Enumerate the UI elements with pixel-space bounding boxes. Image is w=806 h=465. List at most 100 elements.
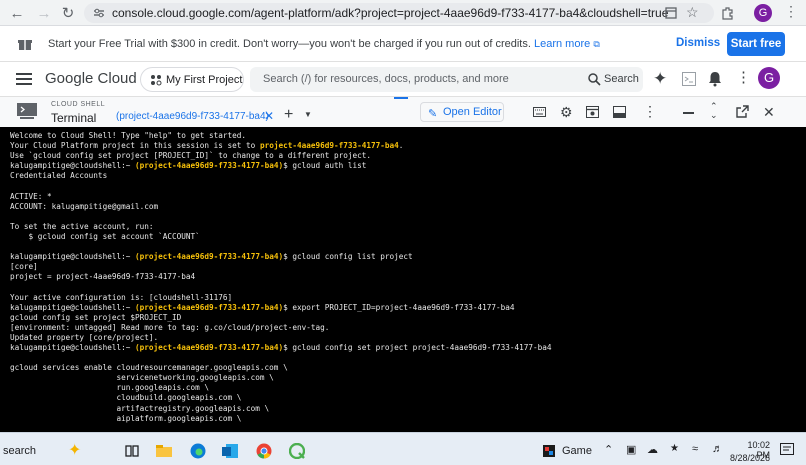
prompt-project: (project-4aae96d9-f733-4177-ba4) [134, 302, 284, 312]
terminal-line: Your Cloud Platform project in this sess… [10, 141, 800, 151]
wifi-icon[interactable]: ≈ [692, 443, 698, 455]
command: $ gcloud auth list [283, 161, 367, 171]
close-shell-icon[interactable]: ✕ [763, 104, 775, 121]
back-icon[interactable]: ← [8, 4, 26, 22]
volume-icon[interactable]: ♬ [712, 443, 723, 455]
url-text[interactable]: console.cloud.google.com/agent-platform/… [112, 6, 668, 20]
open-new-window-icon[interactable] [736, 105, 749, 118]
web-preview-icon[interactable] [586, 106, 599, 118]
console-header: Google Cloud My First Project Search (/)… [0, 63, 806, 96]
prompt-project: (project-4aae96d9-f733-4177-ba4) [134, 252, 284, 262]
windows-taskbar: search ✦ Game ⌃ ▣ ☁ ★ ≈ ♬ 10:02 PM 8/28/… [0, 432, 806, 465]
cloud-shell-toolbar: CLOUD SHELL Terminal (project-4aae96d9-f… [0, 96, 806, 127]
clock-date[interactable]: 8/28/2026 [725, 453, 770, 463]
file-explorer-icon[interactable] [156, 443, 172, 459]
active-indicator [394, 97, 408, 99]
terminal-line: cloudbuild.googleapis.com \ [10, 393, 242, 403]
onedrive-cloud-icon[interactable]: ☁ [647, 443, 658, 456]
project-name[interactable]: My First Project [166, 74, 242, 86]
terminal-line: $ gcloud config set account `ACCOUNT` [10, 231, 200, 241]
more-options-icon[interactable]: ⋮ [643, 103, 657, 120]
prompt-project: (project-4aae96d9-f733-4177-ba4) [134, 342, 284, 352]
terminal-tab[interactable]: (project-4aae96d9-f733-4177-ba4) [116, 111, 269, 122]
terminal-line: aiplatform.googleapis.com \ [10, 413, 242, 423]
keyboard-icon[interactable] [533, 107, 546, 117]
hamburger-menu-icon[interactable] [16, 73, 32, 85]
start-free-button[interactable]: Start free [727, 32, 785, 56]
q-app-icon[interactable] [289, 443, 305, 459]
add-tab-icon[interactable]: + [284, 106, 293, 124]
terminal-line: project = project-4aae96d9-f733-4177-ba4 [10, 272, 196, 282]
chrome-icon[interactable] [256, 443, 272, 459]
terminal-line: [core] [10, 262, 38, 272]
terminal-output[interactable]: Welcome to Cloud Shell! Type "help" to g… [0, 127, 806, 432]
project-picker[interactable]: My First Project [140, 67, 244, 92]
copilot-sparkle-icon[interactable]: ✦ [68, 440, 81, 460]
free-trial-banner: Start your Free Trial with $300 in credi… [0, 27, 806, 62]
cloud-shell-icon[interactable] [682, 72, 696, 86]
show-hidden-icons-chevron-icon[interactable]: ⌃ [604, 443, 613, 456]
terminal-line: To set the active account, run: [10, 221, 154, 231]
learn-more-link[interactable]: Learn more [534, 38, 590, 50]
settings-menu-icon[interactable]: ⋮ [736, 68, 751, 86]
prompt: kalugampitige@cloudshell:~ [10, 161, 131, 171]
task-view-icon[interactable] [124, 443, 140, 459]
close-tab-icon[interactable]: ✕ [264, 109, 274, 123]
external-link-icon[interactable]: ⧉ [593, 39, 599, 49]
google-cloud-logo[interactable]: Google Cloud [45, 70, 137, 87]
gift-icon [18, 37, 32, 51]
search-placeholder: Search (/) for resources, docs, products… [263, 73, 509, 85]
browser-toolbar: ← → ↻ console.cloud.google.com/agent-pla… [0, 0, 806, 26]
terminal-line: gcloud config set project $PROJECT_ID [10, 312, 182, 322]
shell-settings-gear-icon[interactable]: ⚙ [560, 104, 573, 121]
address-bar[interactable]: console.cloud.google.com/agent-platform/… [84, 3, 714, 23]
open-editor-button[interactable]: ✎ Open Editor [420, 102, 504, 122]
cloud-shell-label: CLOUD SHELL [51, 101, 106, 108]
terminal-line: Your active configuration is: [cloudshel… [10, 292, 233, 302]
minimize-icon[interactable] [683, 112, 694, 114]
game-widget-label[interactable]: Game [562, 445, 592, 457]
language-indicator-icon[interactable]: ★ [670, 443, 679, 454]
extensions-icon[interactable] [720, 6, 734, 20]
tab-search-icon[interactable] [665, 7, 677, 19]
terminal-line: kalugampitige@cloudshell:~ (project-4aae… [10, 252, 800, 262]
terminal-line: [environment: untagged] Read more to tag… [10, 322, 330, 332]
search-input[interactable]: Search (/) for resources, docs, products… [250, 67, 643, 92]
browser-menu-icon[interactable]: ⋮ [784, 3, 798, 20]
terminal-line: servicenetworking.googleapis.com \ [10, 373, 274, 383]
reload-icon[interactable]: ↻ [59, 4, 77, 22]
search-button[interactable]: Search [604, 73, 639, 85]
game-icon[interactable] [541, 443, 557, 459]
profile-avatar[interactable]: G [754, 4, 772, 22]
forward-icon[interactable]: → [35, 4, 53, 22]
notifications-bell-icon[interactable] [708, 71, 722, 87]
maximize-restore-icon[interactable]: ⌃ ⌄ [710, 102, 718, 120]
terminal-icon [17, 103, 37, 120]
open-editor-label: Open Editor [443, 106, 502, 118]
tab-dropdown-icon[interactable]: ▼ [304, 110, 312, 119]
command: $ gcloud config set project project-4aae… [283, 342, 552, 352]
system-tray-icon[interactable]: ▣ [626, 443, 636, 456]
banner-text: Start your Free Trial with $300 in credi… [48, 38, 531, 50]
bookmark-star-icon[interactable]: ☆ [686, 4, 699, 21]
outlook-icon[interactable] [222, 443, 238, 459]
prompt-project: (project-4aae96d9-f733-4177-ba4) [134, 161, 284, 171]
layout-icon[interactable] [613, 106, 626, 118]
pencil-icon: ✎ [428, 108, 438, 120]
terminal-line: gcloud services enable cloudresourcemana… [10, 363, 288, 373]
notification-center-icon[interactable] [780, 443, 794, 457]
terminal-line: Updated property [core/project]. [10, 332, 159, 342]
dismiss-button[interactable]: Dismiss [676, 37, 720, 49]
site-info-icon[interactable] [93, 8, 105, 18]
command: $ export PROJECT_ID=project-4aae96d9-f73… [283, 302, 515, 312]
terminal-line: kalugampitige@cloudshell:~ (project-4aae… [10, 303, 800, 313]
prompt: kalugampitige@cloudshell:~ [10, 252, 131, 262]
search-icon[interactable] [588, 73, 601, 86]
taskbar-search[interactable]: search [3, 445, 36, 457]
terminal-line: ACCOUNT: kalugampitige@gmail.com [10, 201, 159, 211]
gemini-sparkle-icon[interactable]: ✦ [653, 70, 667, 87]
user-avatar[interactable]: G [758, 67, 780, 89]
command: $ gcloud config list project [283, 252, 413, 262]
edge-browser-icon[interactable] [190, 443, 206, 459]
